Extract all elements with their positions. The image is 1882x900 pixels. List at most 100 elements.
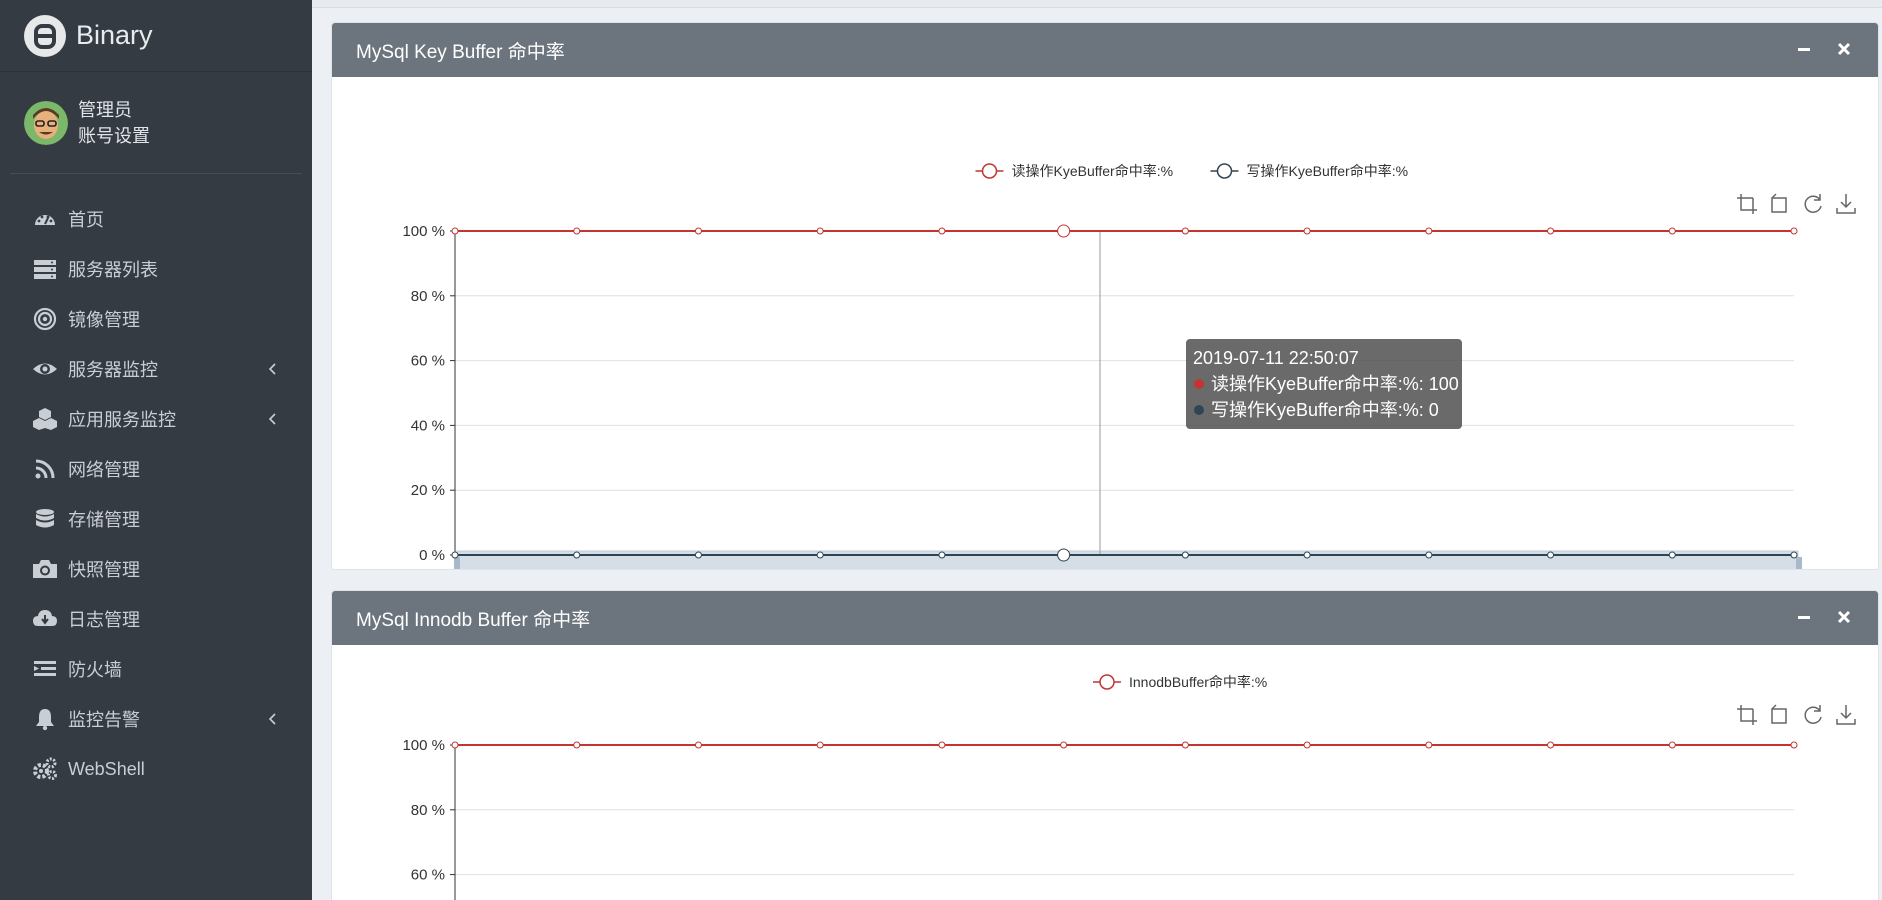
data-point (1181, 741, 1189, 749)
key-buffer-chart[interactable]: 读操作KyeBuffer命中率:% 写操作KyeBuffer命中率:% 0 % 20 … (332, 77, 1878, 569)
icon-path (1836, 705, 1856, 725)
restore-icon[interactable] (1804, 705, 1822, 724)
data-point (694, 227, 702, 235)
legend-label: 写操作KyeBuffer命中率:% (1247, 163, 1409, 179)
close-icon[interactable] (1832, 37, 1856, 61)
chevron-left-icon (268, 413, 276, 425)
target-icon (32, 306, 58, 332)
x-tick-label: 22:25:10 (469, 566, 527, 569)
cloud-download-icon (32, 606, 58, 632)
rss-icon (32, 456, 58, 482)
brand-name: Binary (76, 20, 153, 50)
chart-toolbox (1737, 193, 1856, 214)
chart-grid: 60 % 80 % 100 % (402, 737, 1794, 884)
sidebar-item-snapshots[interactable]: 快照管理 (0, 544, 312, 594)
sidebar-item-home[interactable]: 首页 (0, 194, 312, 244)
chart-toolbox (1737, 704, 1856, 725)
panel-header: MySql Key Buffer 命中率 (332, 23, 1878, 77)
sidebar-item-logs[interactable]: 日志管理 (0, 594, 312, 644)
legend-item[interactable]: InnodbBuffer命中率:% (1093, 674, 1267, 690)
save-image-icon[interactable] (1836, 194, 1856, 214)
cubes-icon (32, 406, 58, 432)
data-point (1668, 227, 1676, 235)
innodb-buffer-chart[interactable]: InnodbBuffer命中率:% 60 % 80 % 100 % (332, 645, 1878, 900)
data-point (573, 551, 581, 559)
icon-path (1804, 705, 1822, 724)
sidebar-item-label: 应用服务监控 (68, 410, 176, 430)
data-point (1425, 551, 1433, 559)
account-settings-link[interactable]: 账号设置 (78, 123, 150, 149)
save-image-icon[interactable] (1836, 705, 1856, 725)
tooltip-marker (1194, 379, 1204, 389)
chevron-left-icon (268, 713, 276, 725)
panel-innodb-buffer: MySql Innodb Buffer 命中率 InnodbBuffer命中率:… (331, 590, 1879, 900)
legend-item[interactable]: 写操作KyeBuffer命中率:% (1210, 163, 1409, 179)
y-tick-label: 60 % (411, 353, 445, 370)
tooltip-line: 写操作KyeBuffer命中率:%: 0 (1211, 400, 1439, 420)
data-point (1790, 551, 1798, 559)
zoom-select-icon[interactable] (1737, 194, 1757, 214)
zoom-reset-icon[interactable] (1771, 193, 1787, 213)
icon-path (1771, 193, 1787, 213)
chart-tooltip: 2019-07-11 22:50:07 读操作KyeBuffer命中率:%: 10… (1186, 339, 1462, 429)
legend-label: 读操作KyeBuffer命中率:% (1012, 163, 1174, 179)
sidebar-item-label: 防火墙 (68, 660, 122, 680)
data-point (573, 227, 581, 235)
sidebar-item-label: WebShell (68, 758, 145, 779)
legend-marker (1099, 674, 1115, 690)
sidebar-item-label: 存储管理 (68, 510, 140, 530)
y-tick-label: 100 % (402, 737, 445, 754)
data-point (1060, 741, 1068, 749)
close-icon[interactable] (1832, 605, 1856, 629)
y-tick-label: 80 % (411, 288, 445, 305)
sidebar-item-label: 日志管理 (68, 610, 140, 630)
data-point (938, 741, 946, 749)
icon-path (1771, 704, 1787, 724)
sidebar-item-firewall[interactable]: 防火墙 (0, 644, 312, 694)
bell-icon (32, 706, 58, 732)
database-icon (32, 506, 58, 532)
brand[interactable]: Binary (0, 0, 312, 72)
data-point (1303, 741, 1311, 749)
data-point (451, 227, 459, 235)
gears-icon (32, 756, 58, 782)
tooltip-line: 读操作KyeBuffer命中率:%: 100 (1211, 374, 1459, 394)
legend-marker (981, 163, 998, 179)
zoom-reset-icon[interactable] (1771, 704, 1787, 724)
sidebar-item-images[interactable]: 镜像管理 (0, 294, 312, 344)
sidebar-item-label: 服务器列表 (68, 260, 158, 280)
sidebar-item-webshell[interactable]: WebShell (0, 744, 312, 794)
data-point (694, 741, 702, 749)
restore-icon[interactable] (1804, 194, 1822, 213)
chart-grid: 0 % 20 % 40 % 60 % 80 % 100 % (402, 223, 1794, 564)
minimize-icon[interactable] (1792, 605, 1816, 629)
tooltip-marker (1194, 405, 1204, 415)
data-point (1303, 227, 1311, 235)
user-panel: 管理员 账号设置 (10, 72, 302, 174)
camera-icon (32, 556, 58, 582)
zoom-select-icon[interactable] (1737, 705, 1757, 725)
server-icon (32, 256, 58, 282)
sidebar-item-network[interactable]: 网络管理 (0, 444, 312, 494)
sidebar-item-app-monitor[interactable]: 应用服务监控 (0, 394, 312, 444)
sidebar-item-alerts[interactable]: 监控告警 (0, 694, 312, 744)
legend-item[interactable]: 读操作KyeBuffer命中率:% (975, 163, 1174, 179)
sidebar-item-server-monitor[interactable]: 服务器监控 (0, 344, 312, 394)
icon-path (1836, 194, 1856, 214)
avatar[interactable] (24, 100, 68, 145)
icon-path (1737, 194, 1757, 214)
minimize-icon[interactable] (1792, 37, 1816, 61)
chevron-left-icon (268, 363, 276, 375)
sidebar-item-storage[interactable]: 存储管理 (0, 494, 312, 544)
sidebar-item-server-list[interactable]: 服务器列表 (0, 244, 312, 294)
data-point (1547, 741, 1555, 749)
dashboard-icon (32, 206, 58, 232)
sidebar-item-label: 网络管理 (68, 460, 140, 480)
panel-title: MySql Innodb Buffer 命中率 (356, 609, 591, 631)
data-point (938, 551, 946, 559)
sidebar-item-label: 镜像管理 (68, 310, 140, 330)
y-tick-label: 40 % (411, 417, 445, 434)
x-tick-label: 2019-07-1 (382, 566, 450, 569)
data-point (1790, 741, 1798, 749)
y-tick-label: 60 % (411, 867, 445, 884)
